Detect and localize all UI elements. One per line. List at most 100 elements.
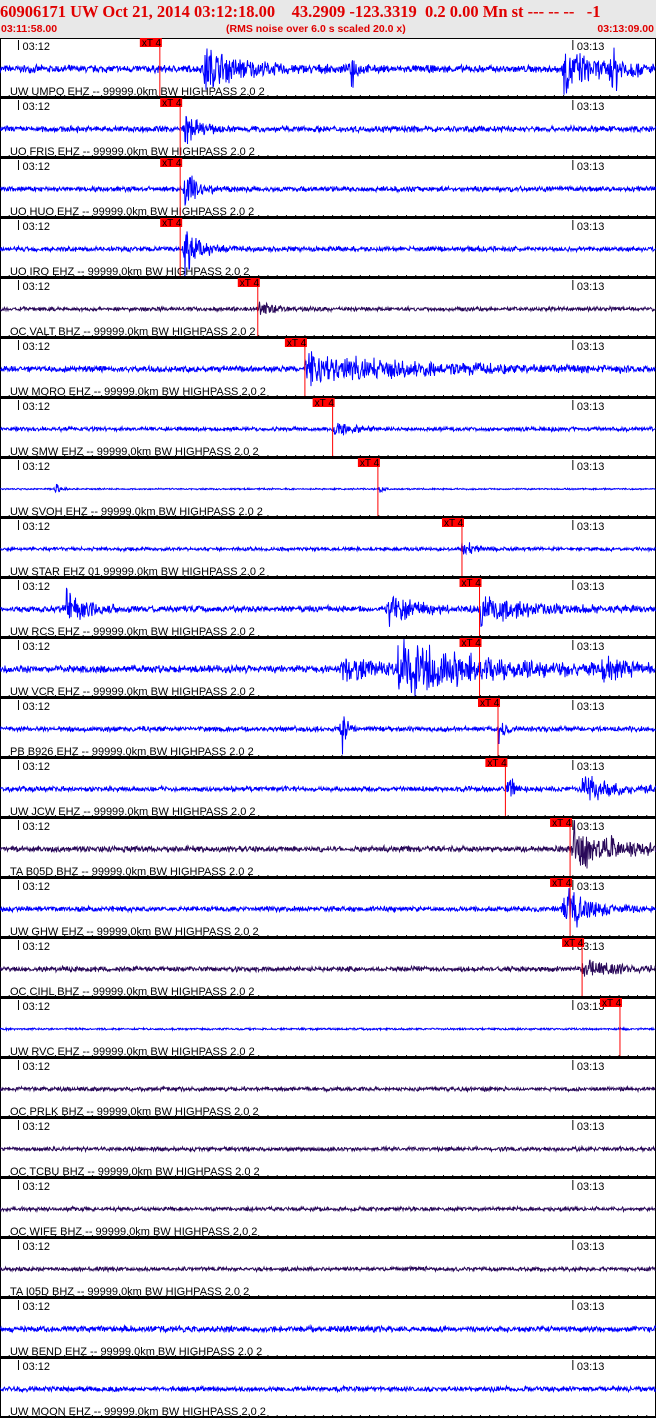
waveform-trace [0, 959, 656, 977]
minute-tick-label: 03:12 [22, 1001, 50, 1013]
trace-label: UO FRIS EHZ -- 99999.0km BW HIGHPASS 2.0… [10, 146, 255, 158]
trace-label: OC PRLK BHZ -- 99999.0km BW HIGHPASS 2.0… [10, 1106, 259, 1118]
minute-tick-label: 03:12 [22, 581, 50, 593]
minute-tick-label: 03:13 [577, 1301, 605, 1313]
pick-label: xT 4 [552, 878, 572, 889]
trace-label: UW UMPQ EHZ -- 99999.0km BW HIGHPASS 2.0… [10, 86, 265, 98]
trace-label: UW MOON EHZ -- 99999.0km BW HIGHPASS 2.0… [10, 1406, 266, 1418]
waveform-trace [0, 1384, 656, 1394]
minute-tick-label: 03:13 [577, 281, 605, 293]
minute-tick-label: 03:13 [577, 101, 605, 113]
minute-tick-label: 03:12 [22, 761, 50, 773]
trace-label: UW RCS EHZ -- 99999.0km BW HIGHPASS 2.0 … [10, 626, 255, 638]
minute-tick-label: 03:12 [22, 101, 50, 113]
waveform-trace [0, 888, 656, 928]
minute-tick-label: 03:13 [577, 461, 605, 473]
minute-tick-label: 03:12 [22, 881, 50, 893]
minute-tick-label: 03:12 [22, 701, 50, 713]
waveform-trace [0, 1323, 656, 1334]
minute-tick-label: 03:13 [577, 761, 605, 773]
seismogram-panel: 03:12 03:13 UW UMPQ EHZ -- 99999.0km BW HI… [0, 38, 656, 1418]
minute-tick-label: 03:12 [22, 1061, 50, 1073]
waveform-trace [0, 587, 656, 627]
minute-tick-label: 03:13 [577, 1181, 605, 1193]
trace-label: UW JCW EHZ -- 99999.0km BW HIGHPASS 2.0 … [10, 806, 256, 818]
plot-subtitle: (RMS noise over 6.0 s scaled 20.0 x) [226, 23, 406, 35]
trace-label: UW SVOH EHZ -- 99999.0km BW HIGHPASS 2.0… [10, 506, 263, 518]
pick-label: xT 4 [602, 998, 622, 1009]
waveform-trace [0, 1085, 656, 1094]
minute-tick-label: 03:12 [22, 401, 50, 413]
pick-label: xT 4 [240, 278, 260, 289]
header: 60906171 UW Oct 21, 2014 03:12:18.00 43.… [0, 0, 656, 38]
minute-tick-label: 03:13 [577, 821, 605, 833]
start-time: 03:11:58.00 [1, 23, 58, 35]
minute-tick-label: 03:12 [22, 1121, 50, 1133]
minute-tick-label: 03:13 [577, 401, 605, 413]
minute-tick-label: 03:12 [22, 41, 50, 53]
trace-label: UW BEND EHZ -- 99999.0km BW HIGHPASS 2.0… [10, 1346, 262, 1358]
waveform-trace [0, 542, 656, 556]
pick-label: xT 4 [315, 398, 335, 409]
minute-tick-label: 03:12 [22, 221, 50, 233]
trace-label: PB B926 EHZ -- 99999.0km BW HIGHPASS 2.0… [10, 746, 254, 758]
pick-label: xT 4 [564, 938, 584, 949]
minute-tick-label: 03:13 [577, 641, 605, 653]
minute-tick-label: 03:13 [577, 1121, 605, 1133]
waveform-trace [0, 422, 656, 436]
waveform-trace [0, 1025, 656, 1032]
waveform-trace [0, 351, 656, 387]
minute-tick-label: 03:12 [22, 941, 50, 953]
minute-tick-label: 03:12 [22, 341, 50, 353]
waveform-trace [0, 483, 656, 494]
trace-label: UW GHW EHZ -- 99999.0km BW HIGHPASS 2.0 … [10, 926, 259, 938]
minute-tick-label: 03:12 [22, 461, 50, 473]
pick-label: xT 4 [162, 218, 182, 229]
minute-tick-label: 03:13 [577, 701, 605, 713]
minute-tick-label: 03:13 [577, 521, 605, 533]
trace-label: UW MORO EHZ -- 99999.0km BW HIGHPASS 2.0… [10, 386, 266, 398]
trace-label: UW STAR EHZ 01 99999.0km BW HIGHPASS 2.0… [10, 566, 265, 578]
minute-tick-label: 03:13 [577, 1061, 605, 1073]
trace-label: OC WIFE BHZ -- 99999.0km BW HIGHPASS 2.0… [10, 1226, 257, 1238]
waveform-trace [0, 175, 656, 206]
trace-label: UW SMW EHZ -- 99999.0km BW HIGHPASS 2.0 … [10, 446, 259, 458]
minute-tick-label: 03:13 [577, 881, 605, 893]
end-time: 03:13:09.00 [597, 23, 654, 35]
trace-label: OC CIHL BHZ -- 99999.0km BW HIGHPASS 2.0… [10, 986, 255, 998]
minute-tick-label: 03:12 [22, 161, 50, 173]
pick-label: xT 4 [162, 158, 182, 169]
waveform-trace [0, 1265, 656, 1274]
waveform-trace [0, 301, 656, 315]
minute-tick-label: 03:12 [22, 281, 50, 293]
waveform-trace [0, 775, 656, 801]
trace-label: UW RVC EHZ -- 99999.0km BW HIGHPASS 2.0 … [10, 1046, 255, 1058]
minute-tick-label: 03:12 [22, 1181, 50, 1193]
minute-tick-label: 03:12 [22, 1241, 50, 1253]
minute-tick-label: 03:13 [577, 341, 605, 353]
minute-tick-label: 03:13 [577, 581, 605, 593]
pick-label: xT 4 [142, 38, 162, 49]
waveform-trace [0, 1204, 656, 1214]
trace-label: TA B05D BHZ -- 99999.0km BW HIGHPASS 2.0… [10, 866, 254, 878]
event-title: 60906171 UW Oct 21, 2014 03:12:18.00 43.… [0, 2, 601, 21]
trace-label: UO IRO EHZ -- 99999.0km BW HIGHPASS 2.0 … [10, 266, 249, 278]
minute-tick-label: 03:12 [22, 1301, 50, 1313]
trace-label: UW VCR EHZ -- 99999.0km BW HIGHPASS 2.0 … [10, 686, 255, 698]
pick-label: xT 4 [480, 698, 500, 709]
minute-tick-label: 03:13 [577, 161, 605, 173]
pick-label: xT 4 [462, 638, 482, 649]
waveform-trace [0, 1144, 656, 1154]
pick-label: xT 4 [360, 458, 380, 469]
trace-label: OC VALT BHZ -- 99999.0km BW HIGHPASS 2.0… [10, 326, 256, 338]
trace-label: OC TCBU BHZ -- 99999.0km BW HIGHPASS 2.0… [10, 1166, 260, 1178]
trace-label: UO HUO EHZ -- 99999.0km BW HIGHPASS 2.0 … [10, 206, 254, 218]
pick-label: xT 4 [444, 518, 464, 529]
minute-tick-label: 03:12 [22, 821, 50, 833]
minute-tick-label: 03:13 [577, 1361, 605, 1373]
minute-tick-label: 03:13 [577, 1241, 605, 1253]
pick-label: xT 4 [552, 818, 572, 829]
minute-tick-label: 03:12 [22, 1361, 50, 1373]
pick-label: xT 4 [287, 338, 307, 349]
pick-label: xT 4 [162, 98, 182, 109]
